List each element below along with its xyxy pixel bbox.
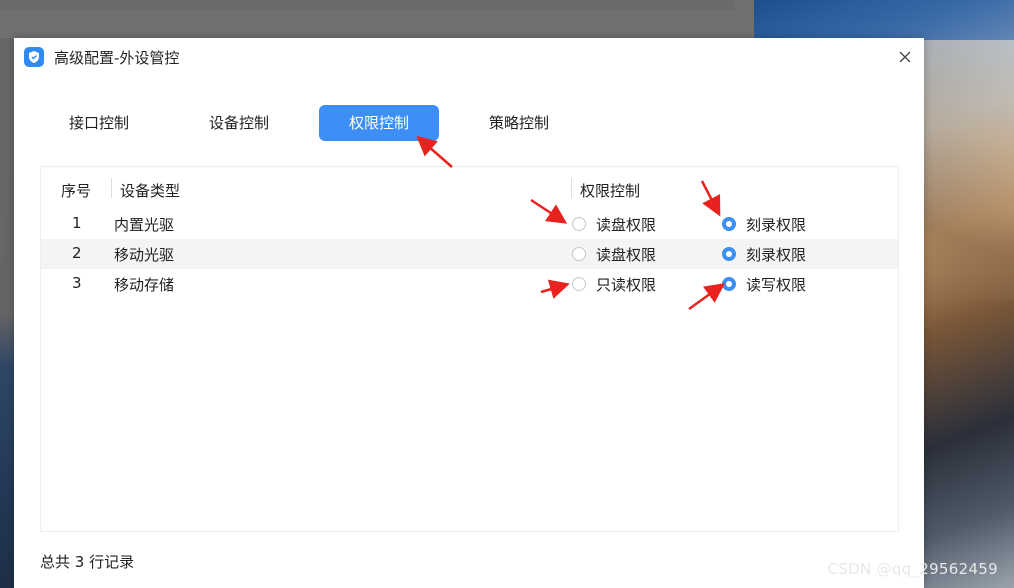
row-index: 2: [72, 244, 82, 262]
background-window-edge: [0, 0, 734, 10]
radio-read-write[interactable]: [722, 277, 736, 291]
radio-label: 只读权限: [596, 276, 657, 294]
row-index: 1: [72, 214, 82, 232]
device-type: 内置光驱: [114, 216, 175, 234]
peripheral-control-dialog: 高级配置-外设管控 接口控制 设备控制 权限控制 策略控制 序号 设备类型 权限…: [14, 38, 924, 588]
radio-label: 刻录权限: [746, 216, 807, 234]
header-device-type: 设备类型: [120, 182, 181, 200]
tab-device-control[interactable]: 设备控制: [179, 105, 299, 141]
radio-label: 读盘权限: [596, 216, 657, 234]
header-index: 序号: [61, 182, 92, 200]
dialog-titlebar: 高级配置-外设管控: [14, 38, 924, 78]
radio-label: 读盘权限: [596, 246, 657, 264]
table-header: 序号 设备类型 权限控制: [41, 175, 898, 205]
table-row: 1 内置光驱 读盘权限 刻录权限: [41, 209, 898, 239]
tab-interface-control[interactable]: 接口控制: [39, 105, 159, 141]
shield-icon: [24, 47, 44, 67]
radio-read-disc[interactable]: [572, 247, 586, 261]
close-button[interactable]: [894, 46, 916, 68]
radio-burn[interactable]: [722, 247, 736, 261]
header-permission: 权限控制: [580, 182, 641, 200]
radio-burn[interactable]: [722, 217, 736, 231]
radio-label: 读写权限: [746, 276, 807, 294]
record-count: 总共 3 行记录: [40, 553, 135, 571]
table-row: 2 移动光驱 读盘权限 刻录权限: [41, 239, 898, 269]
permission-table: 序号 设备类型 权限控制 1 内置光驱 读盘权限 刻录权限 2 移动光驱 读盘权…: [40, 166, 899, 532]
radio-label: 刻录权限: [746, 246, 807, 264]
radio-read-disc[interactable]: [572, 217, 586, 231]
tab-permission-control[interactable]: 权限控制: [319, 105, 439, 141]
device-type: 移动存储: [114, 276, 175, 294]
tab-policy-control[interactable]: 策略控制: [459, 105, 579, 141]
csdn-watermark: CSDN @qq_29562459: [827, 560, 998, 578]
column-divider: [111, 178, 112, 198]
desktop-background-left: [0, 38, 14, 588]
row-index: 3: [72, 274, 82, 292]
radio-read-only[interactable]: [572, 277, 586, 291]
device-type: 移动光驱: [114, 246, 175, 264]
column-divider: [571, 178, 572, 198]
dialog-title: 高级配置-外设管控: [54, 49, 180, 67]
table-row: 3 移动存储 只读权限 读写权限: [41, 269, 898, 299]
close-icon: [899, 51, 911, 63]
